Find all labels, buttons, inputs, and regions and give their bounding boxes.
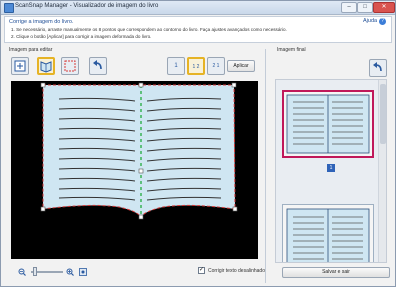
- two-page-mode-label: 1 2: [192, 64, 200, 70]
- instruction-step-1: 1. Se necessário, arraste manualmente os…: [11, 27, 287, 32]
- edit-image-label: Imagem para editar: [9, 47, 53, 53]
- two-page-mode-button[interactable]: 1 2: [187, 57, 205, 75]
- book-image: [40, 82, 238, 220]
- reverse-page-mode-label: 2 1: [212, 63, 220, 69]
- maximize-button[interactable]: □: [357, 2, 373, 13]
- rotate-left-icon: [93, 60, 102, 70]
- scrollbar-thumb[interactable]: [380, 84, 386, 144]
- select-icon: [14, 60, 26, 72]
- final-image-label: Imagem final: [277, 47, 306, 53]
- page-number-badge: 1: [327, 164, 335, 172]
- thumbnail-scrollbar[interactable]: [378, 80, 386, 262]
- rotate-left-button[interactable]: [89, 57, 107, 75]
- app-icon: [4, 3, 14, 13]
- single-page-mode-label: 1: [174, 63, 178, 69]
- pane-divider[interactable]: [265, 49, 266, 283]
- area-select-icon: [64, 60, 76, 72]
- thumbnail-1-image: [286, 94, 370, 154]
- app-window: ScanSnap Manager - Visualizador de image…: [0, 0, 396, 287]
- final-thumbnail-2[interactable]: [282, 204, 374, 262]
- instructions-panel: Corrige a imagem do livro. 1. Se necessá…: [4, 16, 392, 43]
- book-crop-icon: [40, 61, 52, 73]
- single-page-mode-button[interactable]: 1: [167, 57, 185, 75]
- title-bar: ScanSnap Manager - Visualizador de image…: [1, 1, 395, 15]
- instruction-step-2: 2. Clique o botão [Aplicar] para corrigi…: [11, 34, 152, 39]
- reverse-page-mode-button[interactable]: 2 1: [207, 57, 225, 75]
- help-icon[interactable]: ?: [379, 18, 386, 25]
- thumbnail-2-image: [286, 208, 370, 262]
- instructions-title: Corrige a imagem do livro.: [9, 19, 74, 25]
- rotate-right-button[interactable]: [369, 59, 387, 77]
- fit-icon[interactable]: [79, 268, 87, 276]
- minimize-button[interactable]: –: [341, 2, 357, 13]
- select-tool-button[interactable]: [11, 57, 29, 75]
- zoom-in-icon[interactable]: [66, 268, 74, 276]
- final-thumbnail-1[interactable]: [282, 90, 374, 158]
- correct-text-checkbox[interactable]: ✓: [198, 267, 205, 274]
- zoom-slider-thumb[interactable]: [33, 267, 37, 276]
- book-crop-tool-button[interactable]: [37, 57, 55, 75]
- final-image-panel: 1: [275, 79, 387, 263]
- help-link[interactable]: Ajuda: [363, 18, 377, 24]
- window-title: ScanSnap Manager - Visualizador de image…: [15, 3, 159, 9]
- rotate-right-icon: [373, 62, 382, 72]
- area-select-tool-button[interactable]: [61, 57, 79, 75]
- apply-button[interactable]: Aplicar: [227, 60, 255, 72]
- correct-text-label: Corrigir texto desalinhado: [208, 268, 265, 274]
- close-button[interactable]: ✕: [373, 2, 395, 13]
- edit-canvas[interactable]: [11, 81, 258, 259]
- zoom-out-icon[interactable]: [18, 268, 26, 276]
- save-and-exit-button[interactable]: Salvar e sair: [282, 267, 390, 278]
